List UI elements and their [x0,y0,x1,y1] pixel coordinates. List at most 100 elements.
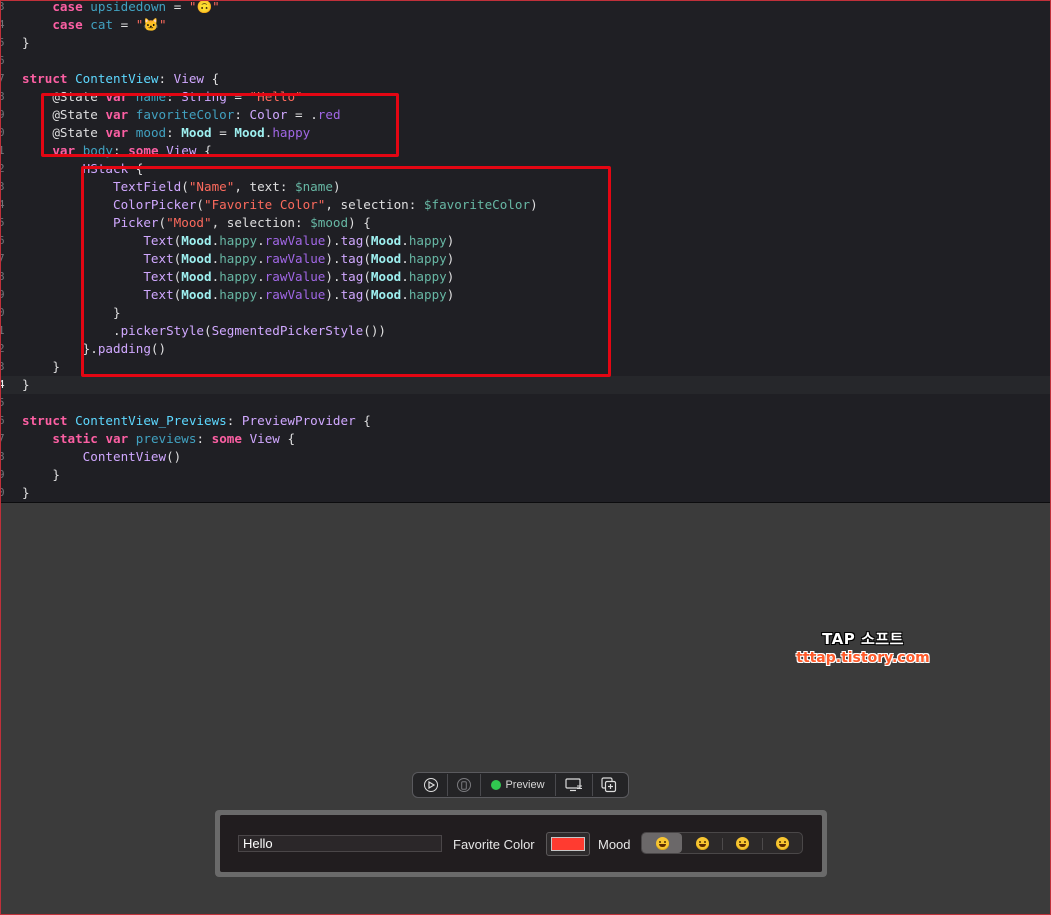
code-token: Text [143,269,174,284]
line-number: 4 [0,376,8,394]
grinning-face-icon [655,836,669,850]
code-token: : [158,71,174,86]
code-line[interactable]: 6 Text(Mood.happy.rawValue).tag(Mood.hap… [0,232,1051,250]
code-line[interactable]: 2 }.padding() [0,340,1051,358]
code-token: upsidedown [90,0,167,14]
code-line[interactable]: 5 [0,394,1051,412]
code-token: tag [340,251,364,266]
code-token: TextField [113,179,182,194]
code-line[interactable]: 2 HStack { [0,160,1051,178]
code-text: .pickerStyle(SegmentedPickerStyle()) [22,322,386,340]
code-token: ). [325,287,341,302]
code-line[interactable]: 3 } [0,358,1051,376]
live-preview-button[interactable] [417,774,445,796]
code-token: , text: [234,179,296,194]
code-token: var [105,125,129,140]
code-editor[interactable]: 3 case upsidedown = "🙃"4 case cat = "🐱"5… [0,0,1051,503]
code-text: Text(Mood.happy.rawValue).tag(Mood.happy… [22,268,454,286]
code-token: happy [408,287,447,302]
color-picker-well[interactable] [546,832,590,856]
mood-segmented-picker[interactable] [641,832,803,854]
code-text: } [22,34,30,52]
code-token: View [173,71,205,86]
code-line[interactable]: 3 case upsidedown = "🙃" [0,0,1051,16]
code-line[interactable]: 3 TextField("Name", text: $name) [0,178,1051,196]
grinning-face-icon [735,836,749,850]
duplicate-preview-button[interactable] [595,774,623,796]
mood-segment[interactable] [642,833,682,853]
code-token: String [181,89,227,104]
line-number: 8 [0,88,8,106]
code-text: Picker("Mood", selection: $mood) { [22,214,371,232]
code-text: var body: some View { [22,142,211,160]
code-line[interactable]: 7 static var previews: some View { [0,430,1051,448]
line-number: 0 [0,304,8,322]
code-token: = [211,125,235,140]
line-number: 6 [0,52,8,70]
code-line[interactable]: 1 .pickerStyle(SegmentedPickerStyle()) [0,322,1051,340]
code-line[interactable]: 0} [0,484,1051,502]
device-settings-button[interactable] [558,774,590,796]
code-line[interactable]: 5 Picker("Mood", selection: $mood) { [0,214,1051,232]
code-line[interactable]: 0 @State var mood: Mood = Mood.happy [0,124,1051,142]
code-token: ( [363,233,371,248]
code-line[interactable]: 6 struct ContentView_Previews: PreviewPro… [0,412,1051,430]
code-text: @State var mood: Mood = Mood.happy [22,124,310,142]
code-line[interactable]: 4 ColorPicker("Favorite Color", selectio… [0,196,1051,214]
code-line[interactable]: 9 Text(Mood.happy.rawValue).tag(Mood.hap… [0,286,1051,304]
code-token: body [82,143,114,158]
code-token: ) [446,233,455,248]
code-token: } [22,305,121,320]
code-text: } [22,358,60,376]
mood-segment[interactable] [722,833,762,853]
code-line[interactable]: 8 @State var name: String = "Hello" [0,88,1051,106]
code-token: () [166,449,182,464]
code-token: "🙃" [188,0,220,14]
code-line[interactable]: 1 var body: some View { [0,142,1051,160]
code-token: name [135,89,167,104]
name-text-field[interactable]: Hello [238,835,442,852]
code-token: "Hello" [249,89,303,104]
grinning-face-icon [775,836,789,850]
code-line[interactable]: 6 [0,52,1051,70]
code-token: Mood [181,251,212,266]
code-line[interactable]: 4 case cat = "🐱" [0,16,1051,34]
code-text: @State var name: String = "Hello" [22,88,303,106]
toolbar-divider [592,774,593,796]
line-number: 4 [0,196,8,214]
code-token: happy [219,287,258,302]
code-text: } [22,484,30,502]
code-token: var [105,107,129,122]
line-number: 9 [0,466,8,484]
code-line[interactable]: 9 @State var favoriteColor: Color = .red [0,106,1051,124]
code-line[interactable]: 8 Text(Mood.happy.rawValue).tag(Mood.hap… [0,268,1051,286]
code-line[interactable]: 8 ContentView() [0,448,1051,466]
code-line[interactable]: 7 Text(Mood.happy.rawValue).tag(Mood.hap… [0,250,1051,268]
preview-mode-button[interactable]: Preview [483,774,553,796]
device-button[interactable] [450,774,478,796]
code-text: Text(Mood.happy.rawValue).tag(Mood.happy… [22,250,454,268]
code-token: } [22,377,30,392]
code-line[interactable]: 0 } [0,304,1051,322]
code-token: = [166,0,189,14]
code-token: @State [52,107,98,122]
code-line[interactable]: 5} [0,34,1051,52]
code-line[interactable]: 7 struct ContentView: View { [0,70,1051,88]
code-text: struct ContentView: View { [22,70,219,88]
code-line[interactable]: 9 } [0,466,1051,484]
code-token: . [257,233,265,248]
line-number: 2 [0,160,8,178]
code-token: = . [287,107,318,122]
code-token: : [196,431,212,446]
code-token: , selection: [325,197,424,212]
code-line[interactable]: 4} [0,376,1051,394]
mood-segment[interactable] [762,833,802,853]
mood-segment[interactable] [682,833,722,853]
code-token: rawValue [264,269,326,284]
code-token: $name [295,179,333,194]
